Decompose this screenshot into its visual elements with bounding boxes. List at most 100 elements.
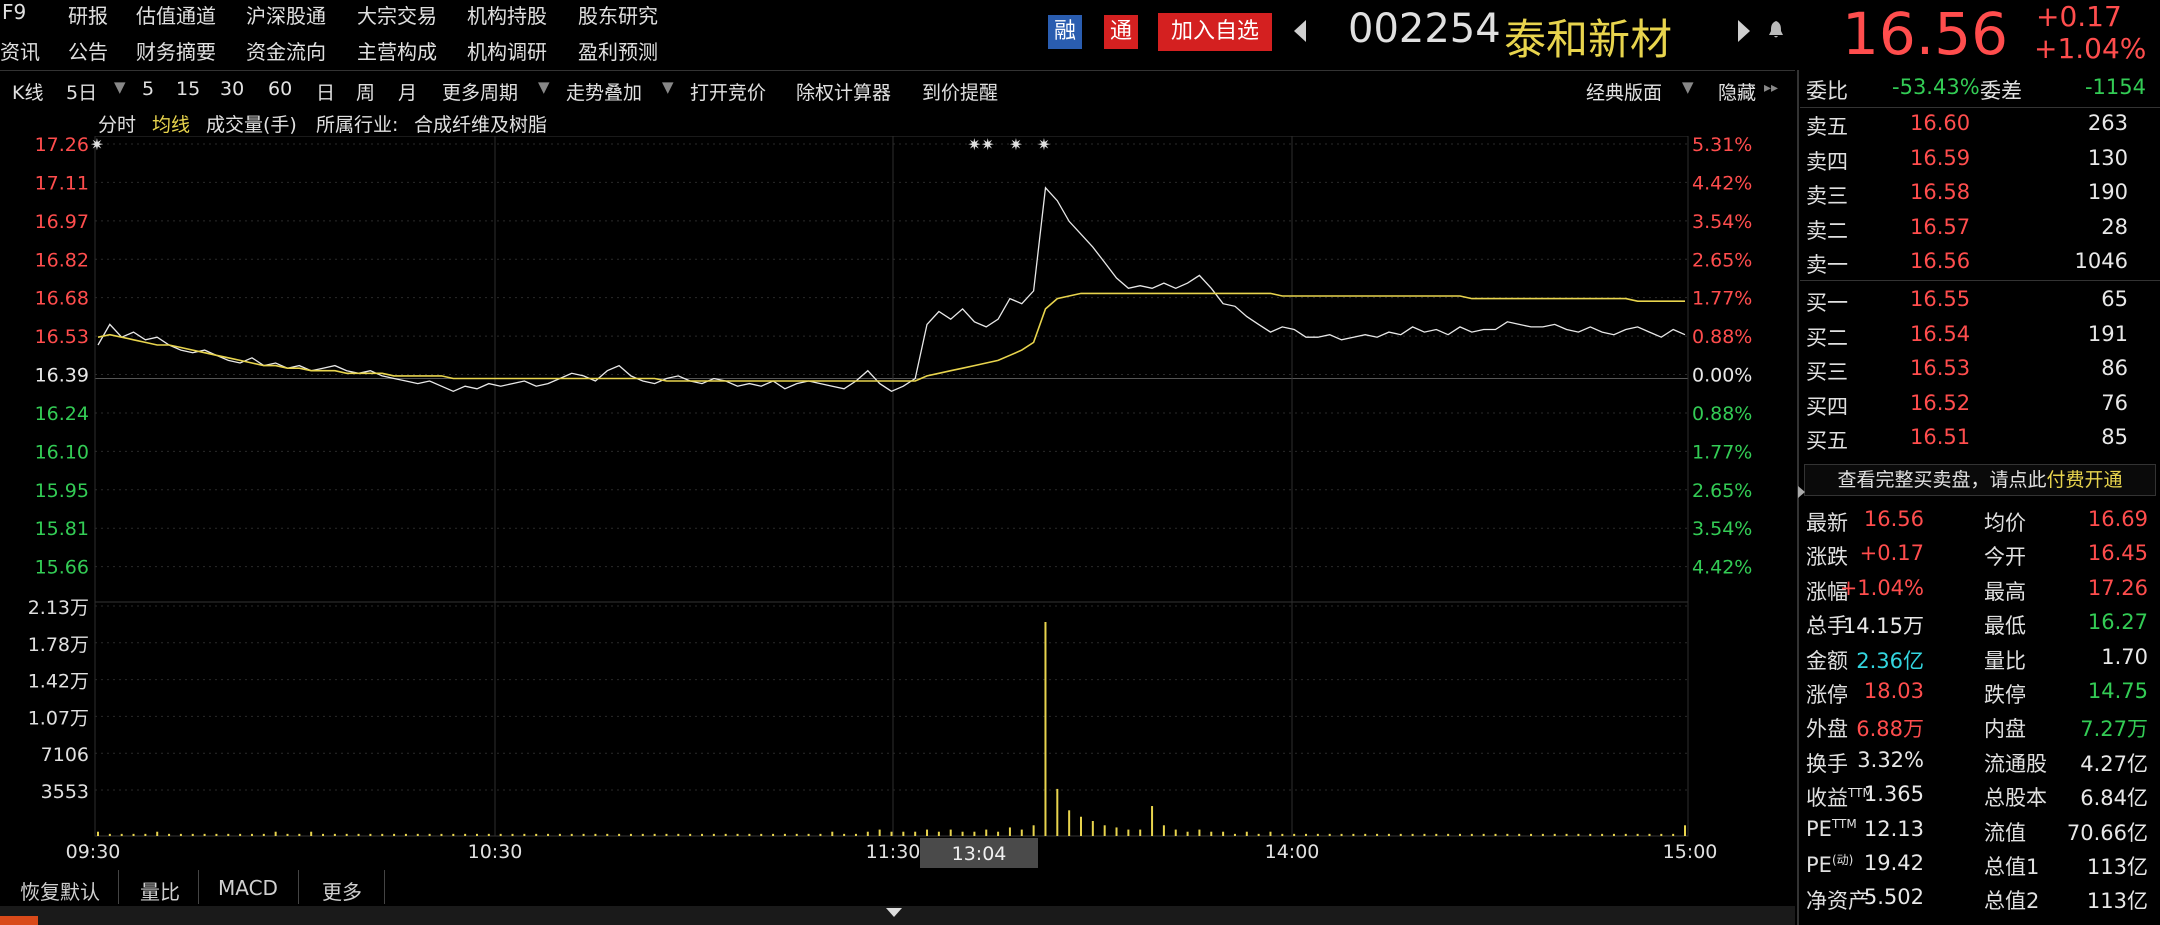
chevron-down-icon[interactable]: ▼	[1682, 78, 1694, 96]
event-marker-icon[interactable]: ✷	[1009, 136, 1022, 154]
chevron-down-icon[interactable]: ▼	[538, 78, 550, 96]
level-price[interactable]: 16.60	[1910, 111, 1970, 135]
stat-label-sup: TTM	[1831, 816, 1857, 831]
volume-bar	[1198, 829, 1201, 836]
nav-connect[interactable]: 沪深股通	[246, 0, 326, 29]
tool-classic-layout[interactable]: 经典版面	[1586, 78, 1662, 105]
tab-restore-default[interactable]: 恢复默认	[20, 876, 100, 905]
price-change: +0.17	[2036, 0, 2122, 33]
bottom-scrollbar[interactable]	[0, 906, 1795, 925]
prev-stock-icon[interactable]	[1294, 20, 1306, 42]
volume-bar	[1399, 833, 1402, 836]
tool-overlay[interactable]: 走势叠加	[566, 78, 642, 105]
tab-more[interactable]: 更多	[322, 876, 362, 905]
level-price[interactable]: 16.55	[1910, 287, 1970, 311]
tool-60min[interactable]: 60	[268, 78, 292, 100]
legend-industry[interactable]: 合成纤维及树脂	[414, 110, 547, 137]
tab-volume-ratio[interactable]: 量比	[140, 876, 180, 905]
tool-15min[interactable]: 15	[176, 78, 200, 100]
nav-announcement[interactable]: 公告	[68, 36, 108, 65]
tool-5min[interactable]: 5	[142, 78, 154, 100]
volume-bar	[1139, 829, 1142, 836]
legend-avg-line[interactable]: 均线	[152, 110, 190, 137]
nav-news[interactable]: 资讯	[0, 36, 40, 65]
level-price[interactable]: 16.52	[1910, 391, 1970, 415]
tool-day[interactable]: 日	[316, 78, 335, 105]
volume-bar	[322, 833, 325, 836]
nav-valuation[interactable]: 估值通道	[136, 0, 216, 29]
nav-financial[interactable]: 财务摘要	[136, 36, 216, 65]
pct-tick-label: 0.88%	[1692, 403, 1752, 425]
event-marker-icon[interactable]: ✷✷	[968, 136, 995, 154]
pct-tick-label: 5.31%	[1692, 136, 1752, 156]
event-marker-icon[interactable]: ✷	[90, 136, 103, 154]
level-price[interactable]: 16.59	[1910, 146, 1970, 170]
stat-label: 总手	[1806, 614, 1848, 639]
chevron-down-icon[interactable]: ▼	[662, 78, 674, 96]
legend-timeshare[interactable]: 分时	[98, 110, 136, 137]
tool-week[interactable]: 周	[356, 78, 375, 105]
level-price[interactable]: 16.56	[1910, 249, 1970, 273]
chevron-down-icon[interactable]: ▼	[114, 78, 126, 96]
badge-tong[interactable]: 通	[1104, 15, 1138, 49]
header-divider	[0, 70, 1795, 71]
level-price[interactable]: 16.53	[1910, 356, 1970, 380]
volume-tick-label: 1.78万	[28, 634, 89, 656]
level-price[interactable]: 16.57	[1910, 215, 1970, 239]
next-stock-icon[interactable]	[1738, 20, 1750, 42]
event-marker-icon[interactable]: ✷	[1037, 136, 1050, 154]
volume-bar	[1257, 833, 1260, 836]
bell-icon[interactable]	[1768, 20, 1784, 38]
tool-exright-calc[interactable]: 除权计算器	[796, 78, 891, 105]
tab-macd[interactable]: MACD	[218, 876, 278, 900]
add-watchlist-button[interactable]: 加入自选	[1158, 13, 1272, 51]
volume-bar	[168, 833, 171, 836]
level-price[interactable]: 16.58	[1910, 180, 1970, 204]
legend-volume[interactable]: 成交量(手)	[206, 110, 297, 137]
volume-bar	[108, 833, 111, 836]
stat-row: 金额 2.36亿 量比 1.70	[1800, 642, 2156, 676]
volume-bar	[1447, 833, 1450, 836]
bid-level-row: 买二 16.54 191	[1800, 319, 2156, 353]
stat-value: 70.66亿	[2066, 820, 2148, 845]
tool-5day[interactable]: 5日	[66, 78, 97, 105]
nav-research[interactable]: 研报	[68, 0, 108, 29]
diff-value: -1154	[2084, 75, 2146, 99]
nav-business[interactable]: 主营构成	[357, 36, 437, 65]
volume-bar	[1044, 622, 1047, 836]
volume-bar	[1541, 833, 1544, 836]
pct-tick-label: 2.65%	[1692, 249, 1752, 271]
tool-hide[interactable]: 隐藏	[1718, 78, 1756, 105]
nav-fund-flow[interactable]: 资金流向	[246, 36, 326, 65]
nav-shareholder[interactable]: 股东研究	[578, 0, 658, 29]
nav-inst-holding[interactable]: 机构持股	[467, 0, 547, 29]
expand-panel-icon[interactable]	[1798, 486, 1805, 498]
stat-value: +1.04%	[1839, 575, 1924, 600]
ratio-label: 委比	[1806, 79, 1848, 103]
nav-f9[interactable]: F9	[2, 0, 26, 24]
tool-30min[interactable]: 30	[220, 78, 244, 100]
stat-value: 1.365	[1863, 782, 1924, 807]
nav-forecast[interactable]: 盈利预测	[578, 36, 658, 65]
tool-auction[interactable]: 打开竞价	[690, 78, 766, 105]
stat-value: 18.03	[1863, 679, 1924, 703]
volume-bar	[1222, 831, 1225, 836]
nav-inst-research[interactable]: 机构调研	[467, 36, 547, 65]
bid-level-row: 买一 16.55 65	[1800, 284, 2156, 318]
nav-block-trade[interactable]: 大宗交易	[357, 0, 437, 29]
stat-value: 16.27	[2087, 610, 2148, 635]
volume-bar	[191, 833, 194, 836]
tool-month[interactable]: 月	[398, 78, 417, 105]
promo-link[interactable]: 付费开通	[2047, 469, 2123, 491]
tool-price-alert[interactable]: 到价提醒	[922, 78, 998, 105]
promo-banner[interactable]: 查看完整买卖盘，请点此付费开通	[1804, 464, 2156, 496]
tool-more-periods[interactable]: 更多周期	[442, 78, 518, 105]
volume-bar	[1305, 833, 1308, 836]
scroll-down-icon[interactable]	[886, 908, 902, 917]
tool-kline[interactable]: K线	[12, 78, 43, 105]
level-price[interactable]: 16.54	[1910, 322, 1970, 346]
badge-rong[interactable]: 融	[1048, 15, 1082, 49]
double-chevron-right-icon[interactable]: ▸▸	[1764, 80, 1778, 96]
intraday-chart[interactable]: 17.26 5.31% 17.11 4.42% 16.97 3.54% 16.82 2.65%…	[0, 136, 1795, 876]
level-price[interactable]: 16.51	[1910, 425, 1970, 449]
